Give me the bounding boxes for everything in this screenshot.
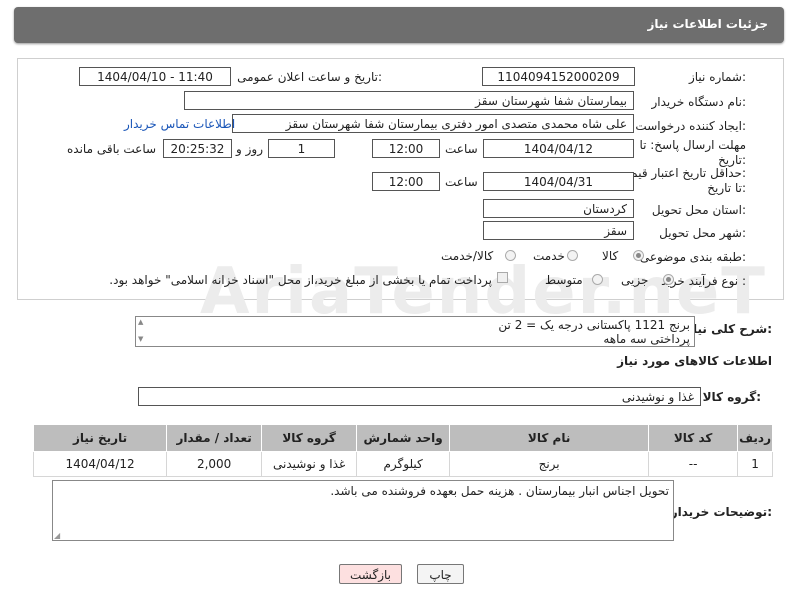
col-name: نام کالا [449,424,650,452]
cell-code: -- [648,451,739,477]
table-row: 1 -- برنج کیلوگرم غذا و نوشیدنی 2,000 14… [32,451,773,477]
price-validity-label-2: تا تاریخ: [707,181,746,195]
col-qty: تعداد / مقدار [166,424,263,452]
reply-deadline-date-field[interactable]: 1404/04/12 [483,139,634,158]
cell-group: غذا و نوشیدنی [261,451,358,477]
goods-section-title: اطلاعات کالاهای مورد نیاز [617,354,772,368]
description-line-2: پرداختی سه ماهه [603,332,690,346]
category-option-goods-service: کالا/خدمت [441,249,494,263]
col-row: ردیف [737,424,773,452]
goods-group-label: گروه کالا: [702,390,761,404]
page-title: جزئیات اطلاعات نیاز [647,17,768,31]
buyer-contact-link[interactable]: اطلاعات تماس خریدار [124,117,235,131]
reply-days-field[interactable]: 1 [268,139,335,158]
goods-table-wrap: ردیف کد کالا نام کالا واحد شمارش گروه کا… [32,424,773,477]
category-option-service: خدمت [533,249,565,263]
category-radio-service[interactable] [567,250,578,261]
reply-days-label: روز و [236,142,263,156]
col-code: کد کالا [648,424,739,452]
reply-deadline-time-label: ساعت [445,142,478,156]
reply-deadline-label: مهلت ارسال پاسخ: تا [639,138,746,152]
requester-field[interactable]: علی شاه محمدی متصدی امور دفتری بیمارستان… [232,114,634,133]
col-unit: واحد شمارش [356,424,451,452]
page-header: جزئیات اطلاعات نیاز [14,7,784,43]
goods-table-header: ردیف کد کالا نام کالا واحد شمارش گروه کا… [32,424,773,452]
category-radio-goods-service[interactable] [505,250,516,261]
col-date: تاریخ نیاز [32,424,168,452]
category-radio-goods[interactable] [633,250,644,261]
announce-datetime-label: تاریخ و ساعت اعلان عمومی: [237,70,382,84]
need-number-label: شماره نیاز: [688,70,746,84]
treasury-payment-note: پرداخت تمام یا بخشی از مبلغ خرید،از محل … [109,273,492,287]
cell-date: 1404/04/12 [32,451,168,477]
goods-group-field[interactable]: غذا و نوشیدنی [138,387,701,406]
cell-unit: کیلوگرم [356,451,451,477]
scrollbar[interactable]: ▲ ▼ [138,318,147,345]
col-group: گروه کالا [261,424,358,452]
description-label: شرح کلی نیاز: [686,322,772,336]
price-validity-time-label: ساعت [445,175,478,189]
province-field[interactable]: کردستان [483,199,634,218]
cell-qty: 2,000 [166,451,263,477]
remaining-time-field[interactable]: 20:25:32 [163,139,232,158]
province-label: استان محل تحویل: [651,203,746,217]
scroll-up-icon[interactable]: ▲ [138,318,143,326]
requester-label: ایجاد کننده درخواست: [635,119,746,133]
price-validity-label: حداقل تاریخ اعتبار قیمت: [619,166,746,180]
goods-table: ردیف کد کالا نام کالا واحد شمارش گروه کا… [32,424,773,477]
need-number-field[interactable]: 1104094152000209 [482,67,635,86]
resize-grip-icon[interactable]: ◢ [54,531,60,540]
back-button[interactable]: بازگشت [339,564,402,584]
city-label: شهر محل تحویل: [659,226,746,240]
remaining-time-label: ساعت باقی مانده [67,142,157,156]
print-button[interactable]: چاپ [417,564,464,584]
buyer-notes-text: تحویل اجناس انبار بیمارستان . هزینه حمل … [330,484,669,498]
buyer-org-label: نام دستگاه خریدار: [651,95,747,109]
cell-name: برنج [449,451,650,477]
description-line-1: برنج 1121 پاکستانی درجه یک = 2 تن [498,318,690,332]
city-field[interactable]: سقز [483,221,634,240]
reply-deadline-label-2: تاریخ: [718,153,746,167]
process-radio-medium[interactable] [592,274,603,285]
process-radio-minor[interactable] [663,274,674,285]
process-option-minor: جزیی [621,273,649,287]
category-option-goods: کالا [602,249,619,263]
announce-datetime-field[interactable]: 1404/04/10 - 11:40 [79,67,231,86]
category-label: طبقه بندی موضوعی: [639,250,746,264]
process-type-label: نوع فرآیند خرید : [661,274,746,288]
buyer-org-field[interactable]: بیمارستان شفا شهرستان سقز [184,91,634,110]
price-validity-time-field[interactable]: 12:00 [372,172,440,191]
description-textarea[interactable]: برنج 1121 پاکستانی درجه یک = 2 تن پرداخت… [135,316,695,347]
scroll-down-icon[interactable]: ▼ [138,335,143,343]
process-option-medium: متوسط [545,273,583,287]
buyer-notes-label: توضیحات خریدار: [670,505,772,519]
price-validity-date-field[interactable]: 1404/04/31 [483,172,634,191]
cell-row: 1 [737,451,773,477]
buyer-notes-textarea[interactable]: تحویل اجناس انبار بیمارستان . هزینه حمل … [52,480,674,541]
treasury-payment-checkbox[interactable] [497,272,508,283]
reply-deadline-time-field[interactable]: 12:00 [372,139,440,158]
